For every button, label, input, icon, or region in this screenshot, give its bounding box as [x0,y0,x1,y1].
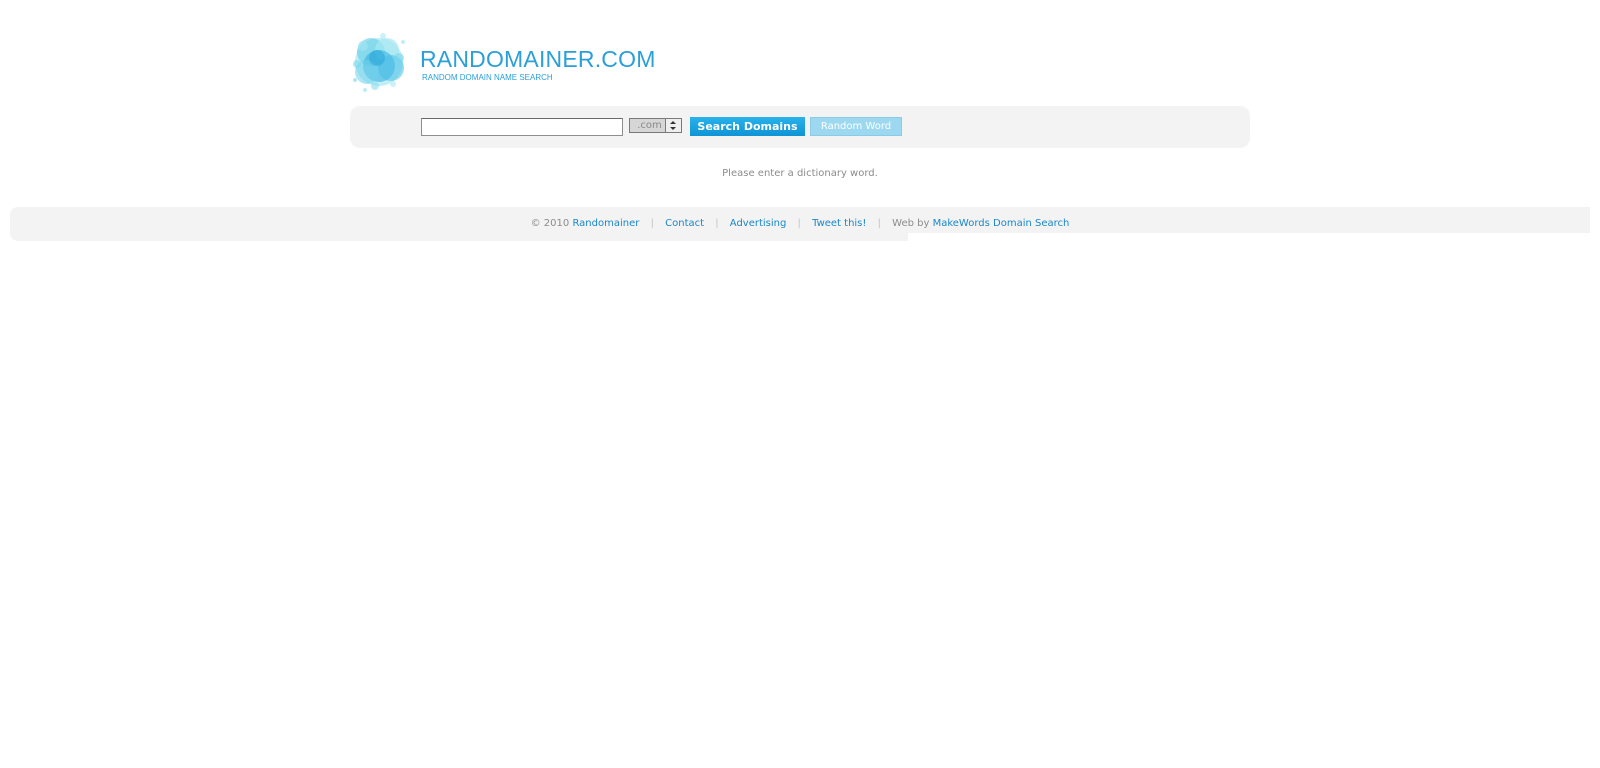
tld-spinner-arrows-icon[interactable] [665,119,681,132]
makewords-link[interactable]: MakeWords Domain Search [933,218,1070,229]
site-tagline: RANDOM DOMAIN NAME SEARCH [422,73,553,82]
separator: | [877,218,881,229]
tld-select[interactable]: .com [629,118,682,133]
separator: | [797,218,801,229]
site-title: RANDOMAINER.COM [420,46,656,72]
page: RANDOMAINER.COM RANDOM DOMAIN NAME SEARC… [0,0,1600,768]
tld-selected-value: .com [637,120,662,131]
domain-search-input[interactable] [421,118,623,136]
footer-links: © 2010 Randomainer | Contact | Advertisi… [0,218,1600,229]
tweet-this-link[interactable]: Tweet this! [812,218,866,229]
arrow-up-icon[interactable] [670,121,676,124]
contact-link[interactable]: Contact [665,218,704,229]
web-by-text: Web by [892,218,930,229]
randomainer-link[interactable]: Randomainer [572,218,639,229]
separator: | [715,218,719,229]
site-logo[interactable]: RANDOMAINER.COM RANDOM DOMAIN NAME SEARC… [349,28,669,98]
separator: | [650,218,654,229]
status-message: Please enter a dictionary word. [722,168,878,179]
copyright-text: © 2010 [530,218,570,229]
random-word-button[interactable]: Random Word [810,117,902,136]
arrow-down-icon[interactable] [670,127,676,130]
search-domains-button[interactable]: Search Domains [690,117,805,136]
search-panel: .com Search Domains Random Word [350,106,1250,148]
bubbles-logo-icon [353,33,405,92]
advertising-link[interactable]: Advertising [730,218,787,229]
